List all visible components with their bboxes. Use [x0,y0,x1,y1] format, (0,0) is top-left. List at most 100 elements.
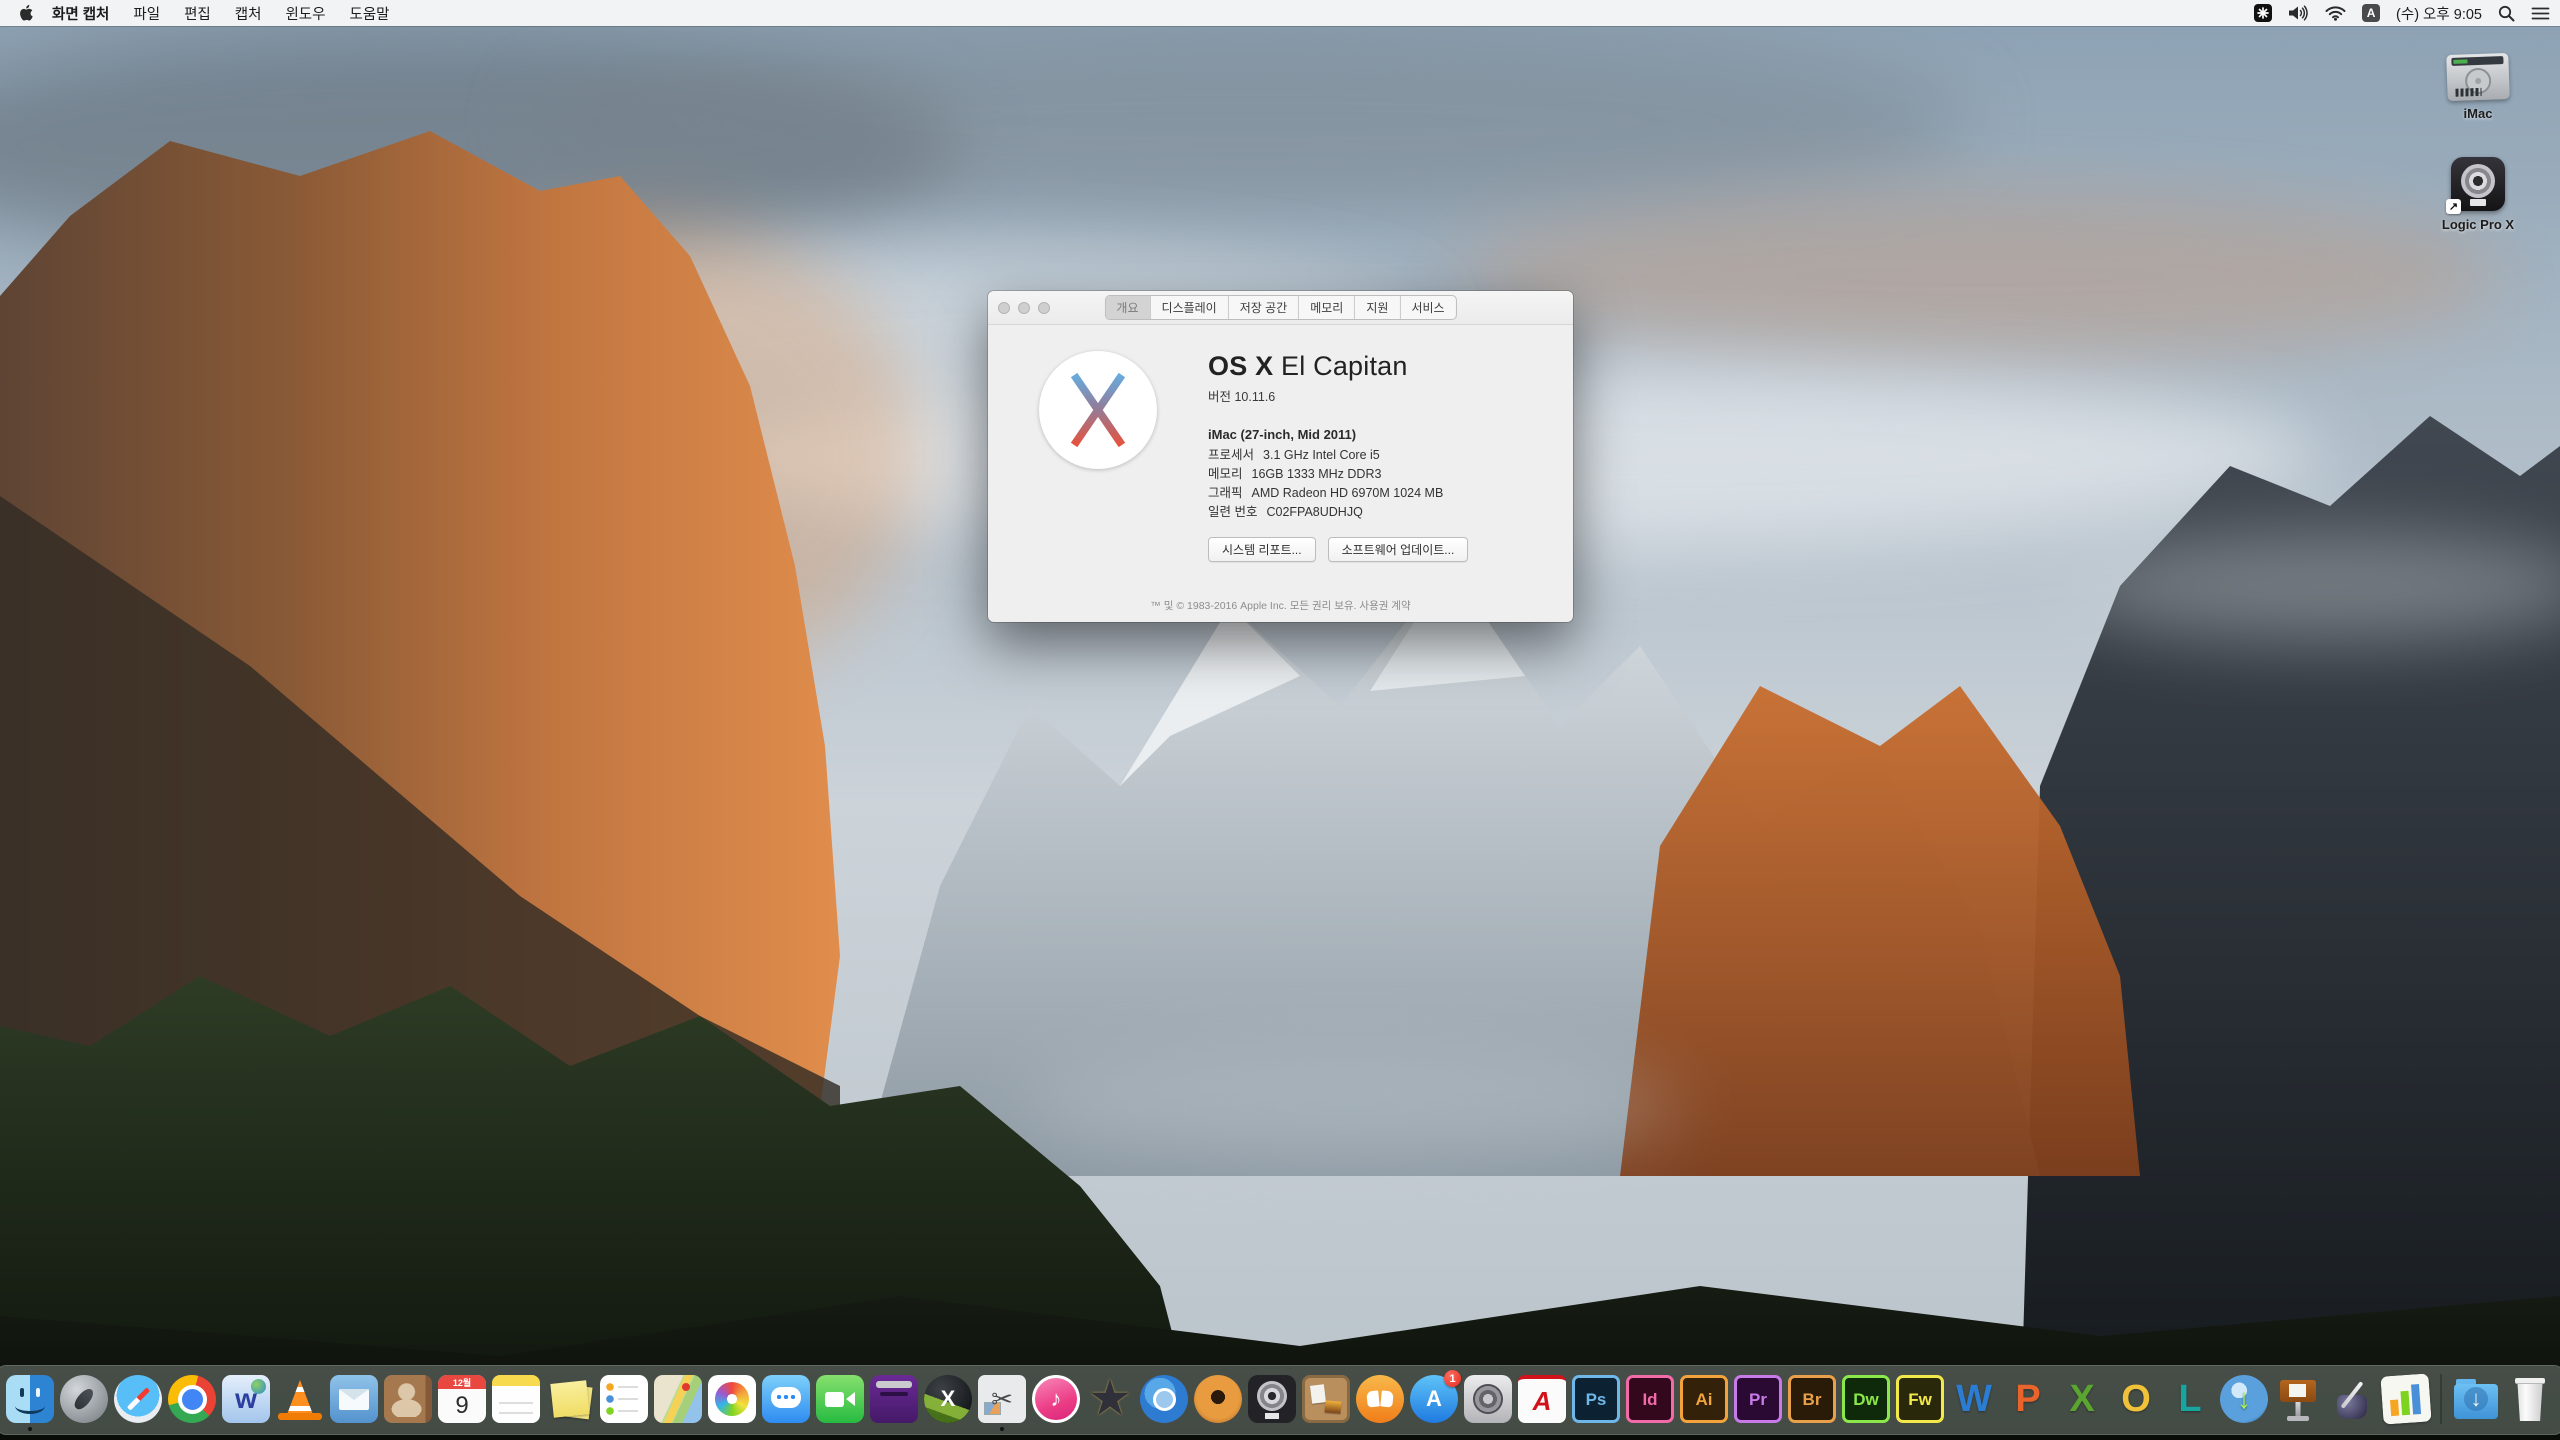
mac-model: iMac (27-inch, Mid 2011) [1208,427,1557,442]
logic-pro-icon: ↗ [2451,157,2505,211]
dock-webhard-icon[interactable]: w [222,1375,270,1423]
fan-status-icon[interactable] [2254,4,2272,22]
dock-word-icon[interactable]: W [1950,1375,1998,1423]
tab-지원[interactable]: 지원 [1354,296,1399,319]
dock-launchpad-icon[interactable] [60,1375,108,1423]
about-this-mac-window: 개요디스플레이저장 공간메모리지원서비스 OS X El C [988,291,1573,622]
logic-pro-label: Logic Pro X [2442,217,2514,232]
dock-acrobat-reader-icon[interactable]: A [1518,1375,1566,1423]
apple-menu-icon[interactable] [10,4,40,22]
menu-app-name[interactable]: 화면 캡처 [40,3,121,24]
license-agreement-link[interactable]: 사용권 계약 [1359,600,1410,612]
desktop-icon-hard-drive[interactable]: iMac [2418,54,2538,121]
notification-center-icon[interactable] [2531,6,2550,21]
software-update-button[interactable]: 소프트웨어 업데이트... [1328,537,1469,562]
menu-clock[interactable]: (수) 오후 9:05 [2396,3,2482,24]
dock-outlook-icon[interactable]: O [2112,1375,2160,1423]
dock-lync-icon[interactable]: L [2166,1375,2214,1423]
dock-calendar-icon[interactable]: 12월9 [438,1375,486,1423]
desktop-icons: iMac ↗ Logic Pro X [2418,54,2538,232]
spec-row: 일련 번호C02FPA8UDHJQ [1208,503,1557,522]
spec-row: 그래픽AMD Radeon HD 6970M 1024 MB [1208,484,1557,503]
close-button[interactable] [998,302,1010,314]
desktop-icon-logic-pro[interactable]: ↗ Logic Pro X [2418,157,2538,232]
dock-illustrator-icon[interactable]: Ai [1680,1375,1728,1423]
dock-powerpoint-icon[interactable]: P [2004,1375,2052,1423]
spec-list: 프로세서3.1 GHz Intel Core i5메모리16GB 1333 MH… [1208,446,1557,522]
dock-xld-icon[interactable]: X [924,1375,972,1423]
dock-stickies-icon[interactable] [546,1375,594,1423]
dock-indesign-icon[interactable]: Id [1626,1375,1674,1423]
osx-logo [1039,351,1157,469]
hard-drive-label: iMac [2464,106,2493,121]
tab-서비스[interactable]: 서비스 [1399,296,1455,319]
dock-excel-icon[interactable]: X [2058,1375,2106,1423]
running-indicator [1000,1427,1004,1431]
dock-dvd-ripper-icon[interactable] [1140,1375,1188,1423]
menu-item[interactable]: 도움말 [337,3,401,24]
zoom-button[interactable] [1038,302,1050,314]
dock-vlc-icon[interactable] [276,1375,324,1423]
dock-fireworks-icon[interactable]: Fw [1896,1375,1944,1423]
menu-item[interactable]: 캡처 [223,3,274,24]
system-report-button[interactable]: 시스템 리포트... [1208,537,1316,562]
minimize-button[interactable] [1018,302,1030,314]
dock-mail-icon[interactable] [330,1375,378,1423]
dock-photos-icon[interactable] [708,1375,756,1423]
dock-grab-screen-capture-icon[interactable]: ✂ [978,1375,1026,1423]
notification-badge: 1 [1444,1370,1461,1387]
dock-pages-icon[interactable] [2328,1375,2376,1423]
dock-web-downloader-icon[interactable]: ↓ [2220,1375,2268,1423]
wifi-icon[interactable] [2325,5,2346,21]
hard-drive-icon [2446,53,2510,101]
menu-item[interactable]: 윈도우 [273,3,337,24]
dock-imovie-icon[interactable]: ★ [1086,1375,1134,1423]
dock-ibooks-icon[interactable] [1356,1375,1404,1423]
dock-contacts-icon[interactable] [384,1375,432,1423]
dock-messages-icon[interactable] [762,1375,810,1423]
dock-trash-icon[interactable] [2506,1375,2554,1423]
tab-개요[interactable]: 개요 [1105,296,1149,319]
dock-itunes-icon[interactable]: ♪ [1032,1375,1080,1423]
dock-maps-icon[interactable] [654,1375,702,1423]
dock-notes-icon[interactable] [492,1375,540,1423]
dock-toast-icon[interactable] [870,1375,918,1423]
dock-numbers-icon[interactable] [2382,1375,2430,1423]
dock-logic-pro-icon[interactable] [1248,1375,1296,1423]
spec-row: 메모리16GB 1333 MHz DDR3 [1208,465,1557,484]
copyright-footer: ™ 및 © 1983-2016 Apple Inc. 모든 권리 보유. 사용권… [988,598,1573,613]
dock-bridge-icon[interactable]: Br [1788,1375,1836,1423]
dock-garageband-icon[interactable] [1194,1375,1242,1423]
tab-디스플레이[interactable]: 디스플레이 [1150,296,1228,319]
spotlight-icon[interactable] [2498,5,2515,22]
dock: w12월9X✂♪★A1APsIdAiPrBrDwFwWPXOL↓↓ [0,1365,2560,1435]
tab-저장 공간[interactable]: 저장 공간 [1228,296,1299,319]
input-source-icon[interactable]: A [2362,4,2380,22]
calendar-day: 9 [455,1389,468,1423]
about-body: OS X El Capitan 버전 10.11.6 iMac (27-inch… [988,325,1573,562]
dock-chrome-icon[interactable] [168,1375,216,1423]
menu-item[interactable]: 파일 [121,3,172,24]
os-title: OS X El Capitan [1208,351,1557,382]
dock-photoshop-icon[interactable]: Ps [1572,1375,1620,1423]
dock-downloads-folder-icon[interactable]: ↓ [2452,1375,2500,1423]
dock-scrapbook-corkboard-icon[interactable] [1302,1375,1350,1423]
dock-app-store-icon[interactable]: A1 [1410,1375,1458,1423]
dock-safari-icon[interactable] [114,1375,162,1423]
calendar-month: 12월 [438,1375,486,1389]
window-titlebar: 개요디스플레이저장 공간메모리지원서비스 [988,291,1573,325]
dock-system-preferences-icon[interactable] [1464,1375,1512,1423]
dock-facetime-icon[interactable] [816,1375,864,1423]
dock-keynote-icon[interactable] [2274,1375,2322,1423]
dock-premiere-icon[interactable]: Pr [1734,1375,1782,1423]
el-capitan-wallpaper [0,26,2560,1440]
tab-메모리[interactable]: 메모리 [1298,296,1354,319]
dock-dreamweaver-icon[interactable]: Dw [1842,1375,1890,1423]
alias-arrow-badge: ↗ [2446,199,2461,214]
dock-finder-icon[interactable] [6,1375,54,1423]
dock-separator [2440,1374,2442,1424]
menu-item[interactable]: 편집 [172,3,223,24]
volume-icon[interactable] [2288,5,2309,21]
menu-bar: 화면 캡처 파일편집캡처윈도우도움말 A (수) 오후 9:05 [0,0,2560,26]
dock-reminders-icon[interactable] [600,1375,648,1423]
